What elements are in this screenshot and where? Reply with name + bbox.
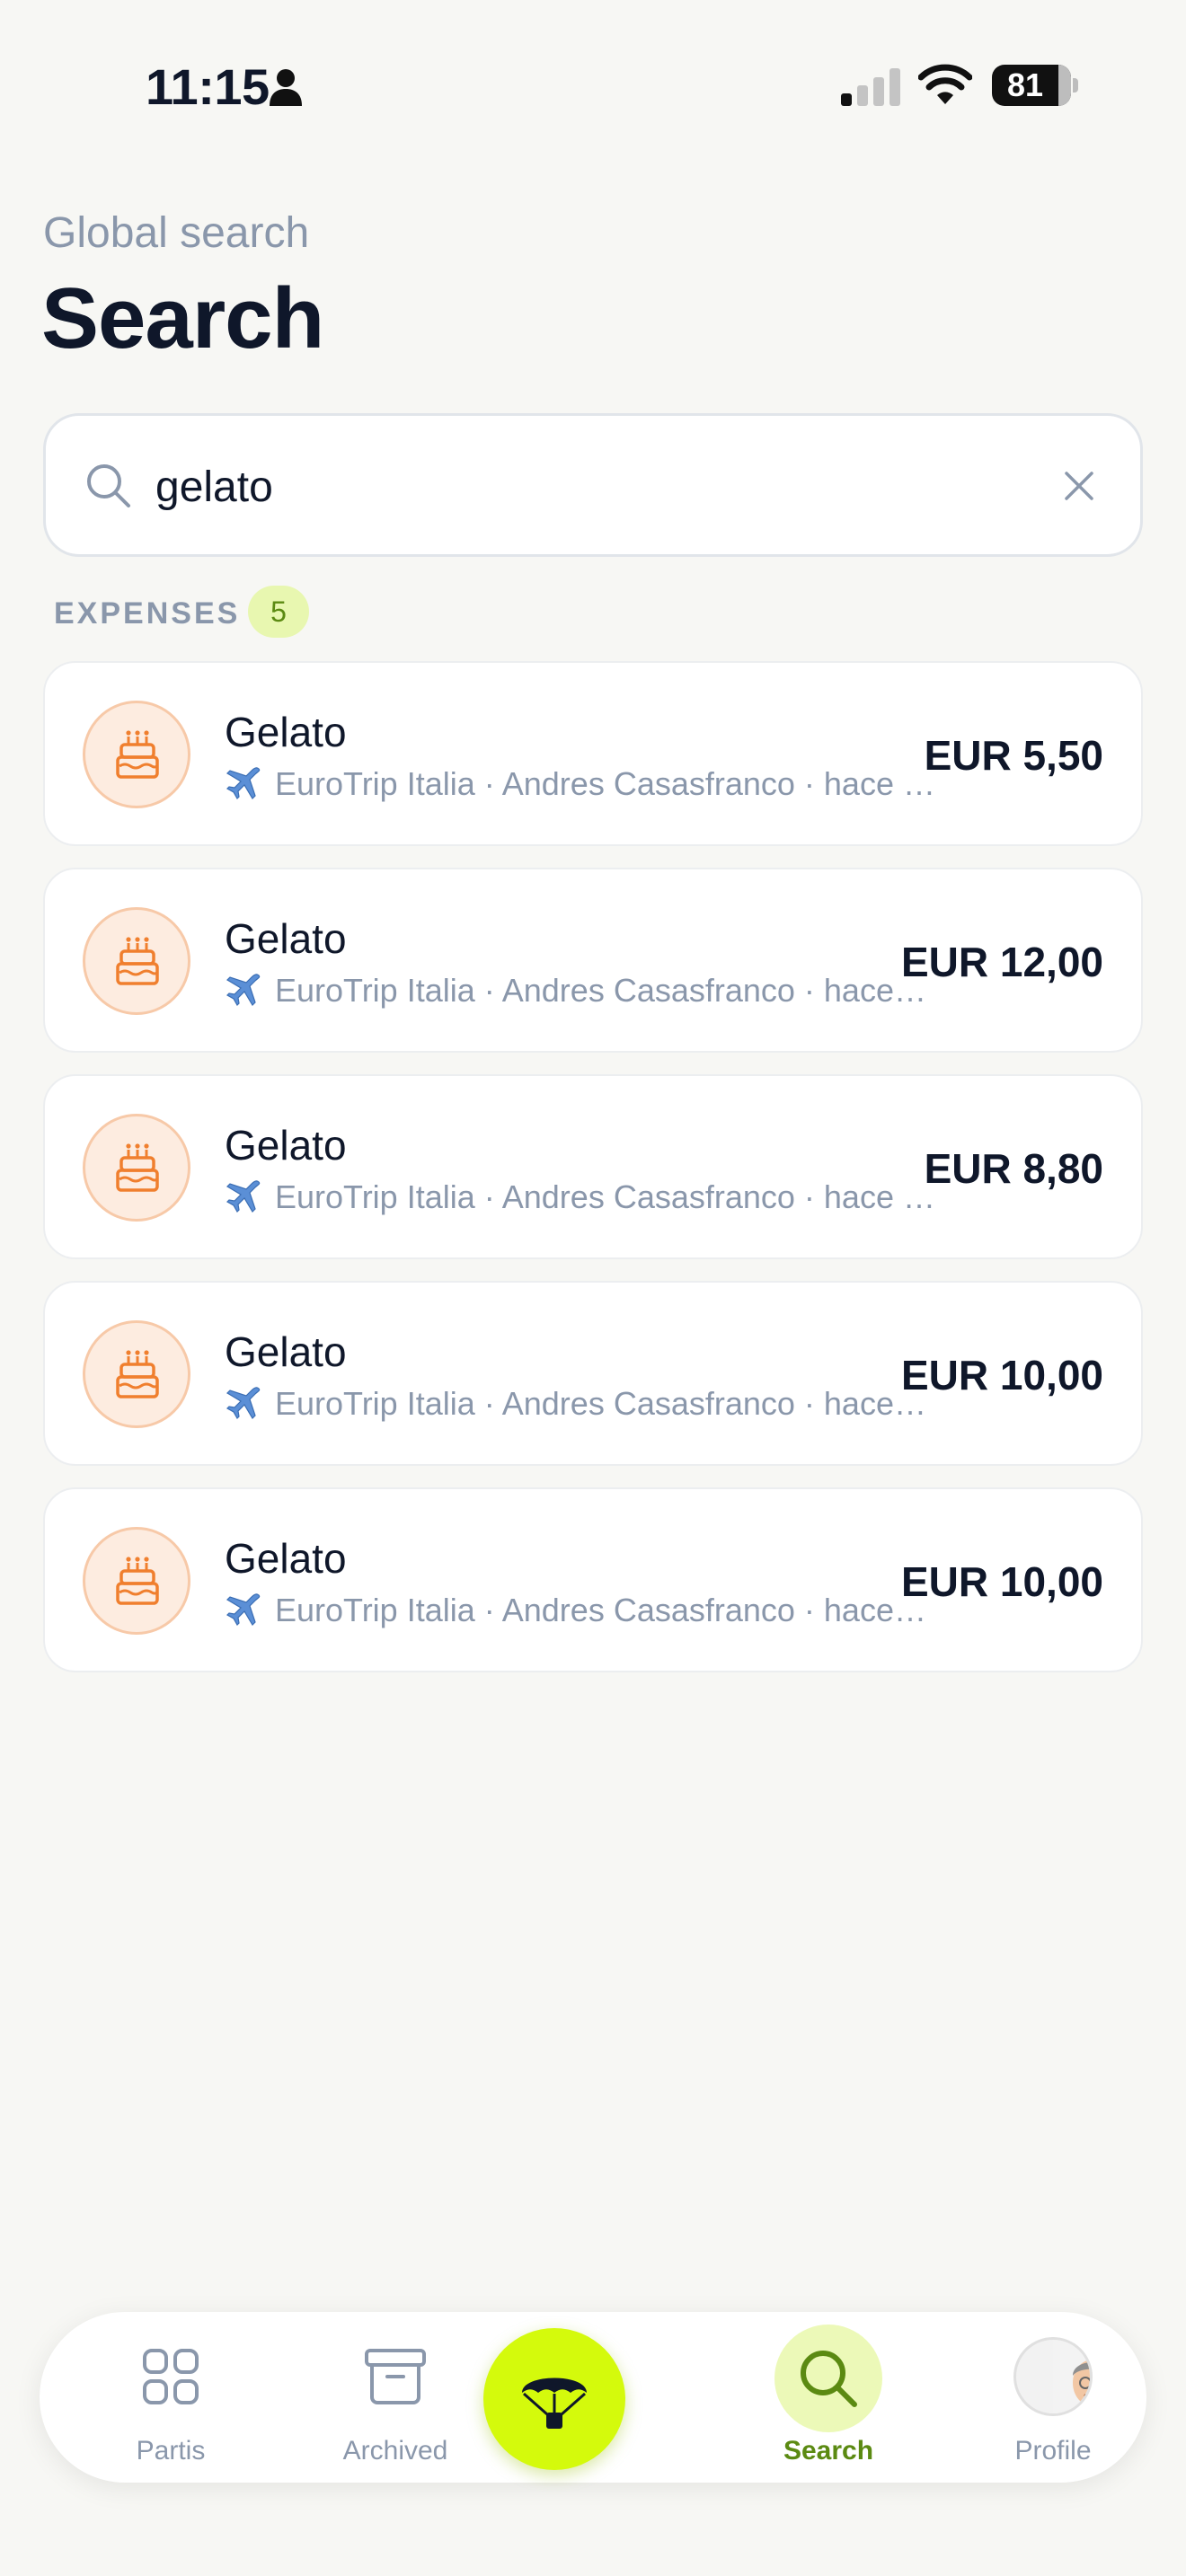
quick-action-button[interactable]: [483, 2328, 625, 2470]
cake-icon: [116, 1350, 159, 1398]
avatar: [1013, 2337, 1093, 2416]
tab-label-partis: Partis: [136, 2436, 206, 2466]
cellular-signal-icon: [841, 68, 900, 106]
expense-meta: EuroTrip Italia · Andres Casasfranco · h…: [225, 1592, 988, 1633]
expense-category-badge: [83, 1527, 190, 1635]
expense-amount: EUR 10,00: [900, 1558, 1103, 1605]
tab-search[interactable]: Search: [748, 2312, 909, 2483]
expense-amount: EUR 5,50: [924, 732, 1103, 779]
tab-profile[interactable]: Profile: [972, 2312, 1134, 2483]
expense-meta-text: EuroTrip Italia · Andres Casasfranco · h…: [275, 1592, 926, 1628]
status-time: 11:15: [146, 58, 270, 115]
expense-amount: EUR 10,00: [900, 1352, 1103, 1398]
tab-label-profile: Profile: [1014, 2436, 1092, 2466]
expense-category-badge: [83, 701, 190, 808]
parachute-icon: [522, 2378, 587, 2429]
tab-archived[interactable]: Archived: [314, 2312, 476, 2483]
search-screen: 11:15 81 Global search Search gelato EXP…: [0, 0, 1186, 2576]
airplane-icon: [226, 767, 261, 799]
expense-card[interactable]: Gelato EuroTrip Italia · Andres Casasfran…: [43, 868, 1143, 1053]
expense-meta: EuroTrip Italia · Andres Casasfranco · h…: [225, 1178, 988, 1220]
expense-title: Gelato: [225, 1535, 347, 1582]
expense-title: Gelato: [225, 915, 347, 962]
search-field[interactable]: [43, 413, 1143, 557]
expenses-section-label: EXPENSES: [54, 596, 241, 631]
expense-amount: EUR 8,80: [924, 1145, 1103, 1192]
airplane-icon: [226, 974, 261, 1006]
expense-card[interactable]: Gelato EuroTrip Italia · Andres Casasfran…: [43, 1487, 1143, 1672]
airplane-icon: [226, 1593, 261, 1626]
expense-amount: EUR 12,00: [900, 939, 1103, 985]
search-icon: [87, 464, 130, 507]
battery-level: 81: [1006, 66, 1044, 103]
expense-category-badge: [83, 1114, 190, 1222]
expense-title: Gelato: [225, 1122, 347, 1169]
airplane-icon: [226, 1180, 261, 1213]
expense-card[interactable]: Gelato EuroTrip Italia · Andres Casasfran…: [43, 1281, 1143, 1466]
expense-meta: EuroTrip Italia · Andres Casasfranco · h…: [225, 1385, 988, 1426]
expense-meta: EuroTrip Italia · Andres Casasfranco · h…: [225, 972, 988, 1013]
page-title: Search: [41, 270, 324, 366]
airplane-icon: [226, 1387, 261, 1419]
expense-category-badge: [83, 1320, 190, 1428]
expense-meta-text: EuroTrip Italia · Andres Casasfranco · h…: [275, 972, 926, 1009]
expense-meta: EuroTrip Italia · Andres Casasfranco · h…: [225, 765, 988, 807]
cake-icon: [116, 730, 159, 779]
status-bar: 11:15 81: [0, 0, 1186, 171]
clear-icon[interactable]: [1063, 470, 1095, 502]
tab-label-archived: Archived: [342, 2436, 448, 2466]
expense-title: Gelato: [225, 1328, 347, 1375]
cake-icon: [116, 1557, 159, 1605]
expense-title: Gelato: [225, 709, 347, 755]
expense-card[interactable]: Gelato EuroTrip Italia · Andres Casasfran…: [43, 1074, 1143, 1259]
search-icon: [801, 2351, 857, 2407]
archive-icon: [365, 2349, 426, 2404]
wifi-icon: [918, 64, 972, 104]
grid-icon: [143, 2349, 199, 2404]
cake-icon: [116, 937, 159, 985]
person-icon: [270, 69, 302, 106]
expense-meta-text: EuroTrip Italia · Andres Casasfranco · h…: [275, 1385, 926, 1422]
cake-icon: [116, 1143, 159, 1192]
expenses-count-badge: 5: [248, 586, 309, 638]
tab-label-search: Search: [783, 2436, 874, 2466]
expense-category-badge: [83, 907, 190, 1015]
memoji-face-icon: [1053, 2340, 1090, 2413]
expense-meta-text: EuroTrip Italia · Andres Casasfranco · h…: [275, 765, 947, 802]
battery-indicator: 81: [992, 65, 1078, 106]
tab-partis[interactable]: Partis: [90, 2312, 252, 2483]
expense-card[interactable]: Gelato EuroTrip Italia · Andres Casasfran…: [43, 661, 1143, 846]
search-input[interactable]: [155, 452, 964, 522]
expense-meta-text: EuroTrip Italia · Andres Casasfranco · h…: [275, 1178, 947, 1215]
page-subtitle: Global search: [43, 209, 310, 257]
